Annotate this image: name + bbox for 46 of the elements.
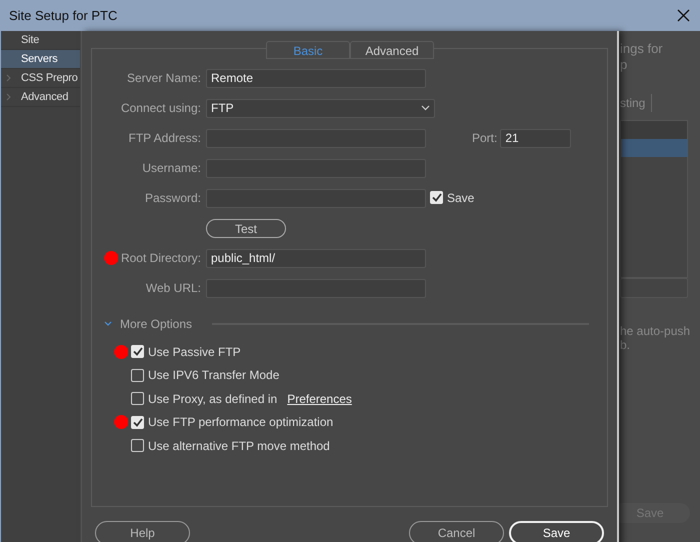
- field-label: Port:: [472, 130, 498, 147]
- sidebar-item[interactable]: CSS Prepro: [1, 69, 80, 88]
- test-button[interactable]: Test: [206, 218, 286, 238]
- sidebar-item[interactable]: Servers: [1, 50, 80, 69]
- checkbox-label: Save: [447, 190, 474, 207]
- checkbox-label: Use FTP performance optimization: [148, 414, 334, 432]
- checkbox[interactable]: [131, 392, 144, 406]
- heading-text: ings for: [620, 41, 664, 57]
- input-field[interactable]: Remote: [206, 68, 426, 88]
- window-title: Site Setup for PTC: [9, 6, 118, 25]
- note-text: b.: [620, 338, 632, 352]
- section-header[interactable]: More Options: [120, 315, 192, 333]
- preferences-link[interactable]: Preferences: [287, 390, 352, 408]
- input-field[interactable]: [620, 278, 688, 298]
- save-button[interactable]: Save: [509, 521, 604, 542]
- chevron-icon: [421, 105, 430, 111]
- list-row[interactable]: [621, 139, 687, 157]
- field-label: Connect using:: [120, 100, 201, 117]
- field-label: Username:: [142, 160, 201, 177]
- checkbox[interactable]: [131, 345, 144, 358]
- sidebar-item[interactable]: Advanced: [1, 88, 80, 107]
- checkbox[interactable]: [131, 368, 144, 382]
- field-label: FTP Address:: [128, 130, 201, 147]
- checkbox-label: Use Proxy, as defined in: [148, 390, 278, 408]
- checkbox-label: Use alternative FTP move method: [148, 438, 330, 455]
- dialog-button[interactable]: Cancel: [409, 521, 504, 542]
- chevron-icon[interactable]: [6, 74, 11, 82]
- close-icon[interactable]: [677, 9, 690, 22]
- checkbox-label: Use IPV6 Transfer Mode: [148, 367, 280, 384]
- checkbox-label: Use Passive FTP: [148, 344, 241, 361]
- field-label: Web URL:: [146, 280, 201, 297]
- dialog-button[interactable]: Help: [95, 521, 190, 542]
- dropdown[interactable]: FTP: [206, 98, 435, 118]
- chevron-icon[interactable]: [104, 321, 112, 327]
- field-label: Password:: [144, 190, 201, 207]
- checkbox[interactable]: [131, 416, 144, 429]
- tab[interactable]: Advanced: [350, 41, 434, 59]
- chevron-icon[interactable]: [6, 93, 11, 101]
- input-field[interactable]: 21: [500, 128, 572, 148]
- checkbox[interactable]: [131, 439, 144, 452]
- field-label: Root Directory:: [120, 250, 201, 267]
- input-field[interactable]: public_html/: [206, 248, 426, 268]
- heading-text: p: [620, 57, 628, 73]
- note-text: he auto-push: [620, 324, 692, 338]
- field-label: Server Name:: [126, 70, 201, 87]
- checkbox[interactable]: [430, 191, 443, 204]
